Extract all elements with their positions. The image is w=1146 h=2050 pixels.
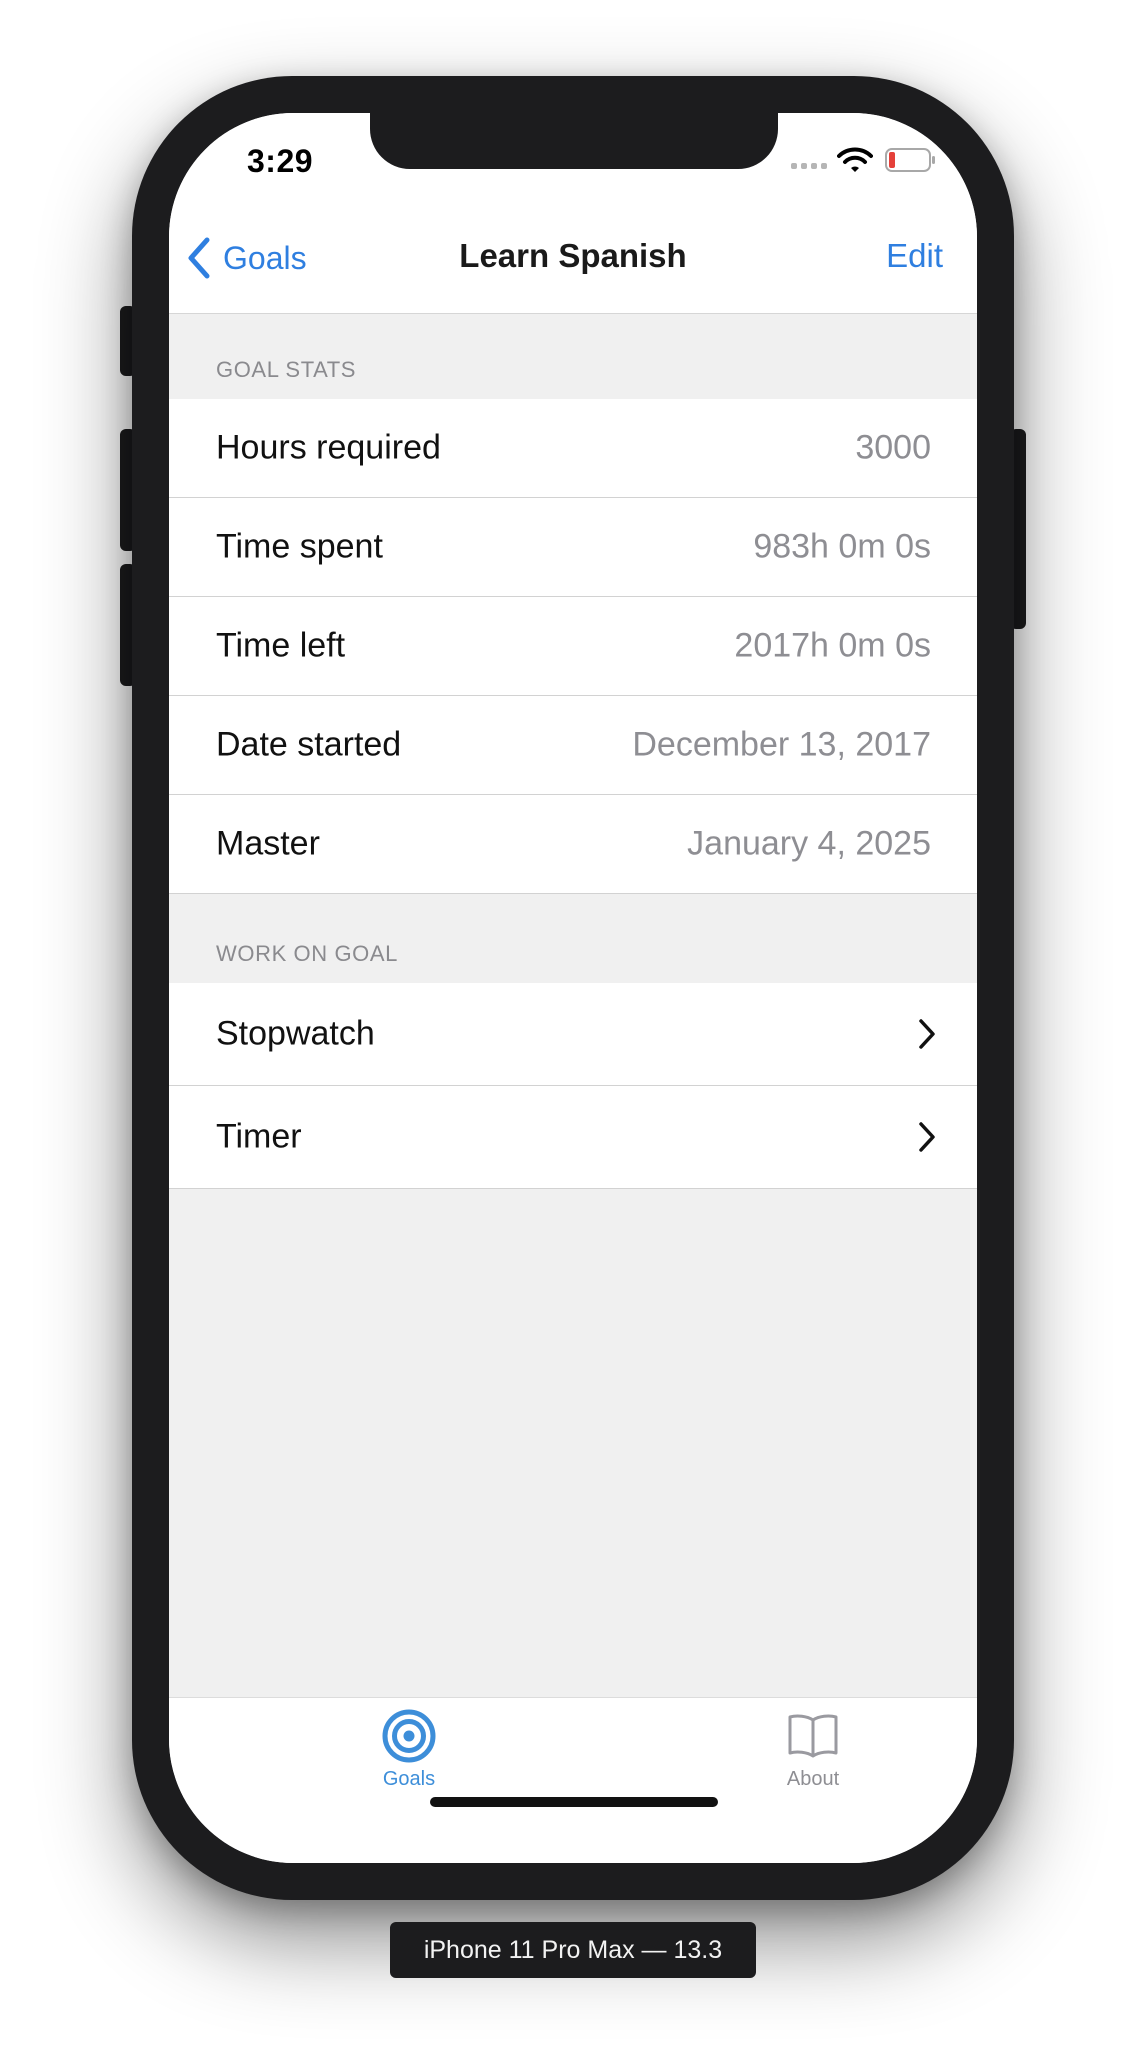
home-indicator (430, 1797, 718, 1807)
row-label: Date started (216, 725, 402, 764)
row-value: December 13, 2017 (632, 725, 931, 764)
stat-row-time-spent: Time spent 983h 0m 0s (169, 498, 977, 597)
wifi-icon (837, 147, 873, 172)
row-value: 2017h 0m 0s (734, 626, 931, 665)
tab-about[interactable]: About (733, 1708, 893, 1808)
notch (370, 113, 778, 169)
screen: 3:29 Goals Learn Spanish Edit GOAL STATS… (169, 113, 977, 1863)
stat-row-time-left: Time left 2017h 0m 0s (169, 597, 977, 696)
row-value: 983h 0m 0s (753, 527, 931, 566)
battery-icon (885, 148, 935, 172)
navigation-bar: Goals Learn Spanish Edit (169, 201, 977, 314)
work-on-goal-list: Stopwatch Timer (169, 983, 977, 1189)
tab-goals[interactable]: Goals (329, 1708, 489, 1808)
tab-label: Goals (382, 1768, 436, 1790)
section-header-label: GOAL STATS (216, 357, 357, 382)
tab-bar: Goals About (169, 1697, 977, 1863)
edit-button[interactable]: Edit (886, 237, 943, 275)
chevron-right-icon (919, 1019, 935, 1049)
row-label: Time left (216, 626, 346, 665)
row-label: Timer (216, 1117, 302, 1156)
page-title: Learn Spanish (459, 237, 687, 274)
section-header-goal-stats: GOAL STATS (169, 314, 977, 399)
row-label: Master (216, 824, 320, 863)
stat-row-date-started: Date started December 13, 2017 (169, 696, 977, 795)
stat-row-hours-required: Hours required 3000 (169, 399, 977, 498)
status-bar: 3:29 (169, 113, 977, 201)
section-header-label: WORK ON GOAL (216, 941, 398, 966)
target-icon (382, 1709, 436, 1763)
goal-stats-list: Hours required 3000 Time spent 983h 0m 0… (169, 399, 977, 894)
stat-row-master: Master January 4, 2025 (169, 795, 977, 894)
row-value: January 4, 2025 (687, 824, 931, 863)
cellular-signal-icon (791, 163, 827, 171)
row-value: 3000 (855, 428, 931, 467)
row-label: Stopwatch (216, 1014, 375, 1053)
simulator-device-label: iPhone 11 Pro Max — 13.3 (390, 1922, 756, 1978)
section-header-work-on-goal: WORK ON GOAL (169, 895, 977, 983)
row-label: Time spent (216, 527, 383, 566)
chevron-right-icon (919, 1122, 935, 1152)
stopwatch-row[interactable]: Stopwatch (169, 983, 977, 1086)
book-icon (788, 1714, 838, 1758)
device-frame: 3:29 Goals Learn Spanish Edit GOAL STATS… (132, 76, 1014, 1900)
timer-row[interactable]: Timer (169, 1086, 977, 1189)
row-label: Hours required (216, 428, 441, 467)
status-time: 3:29 (247, 143, 314, 179)
tab-label: About (786, 1768, 840, 1790)
